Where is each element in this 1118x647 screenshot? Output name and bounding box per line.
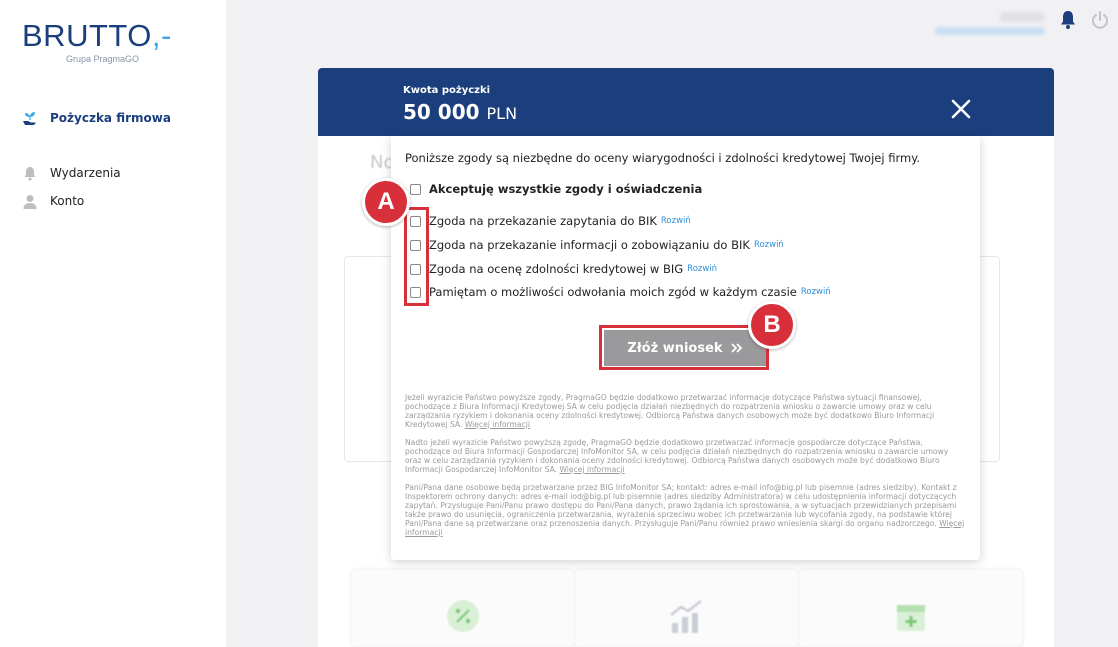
consent-label[interactable]: Zgoda na przekazanie zapytania do BIK bbox=[429, 214, 657, 228]
background-tile bbox=[798, 568, 1024, 647]
logo-subtitle: Grupa PragmaGO bbox=[66, 54, 140, 64]
more-info-link[interactable]: Więcej informacji bbox=[559, 465, 624, 474]
consent-row: Pamiętam o możliwości odwołania moich zg… bbox=[410, 285, 831, 299]
accept-all-checkbox[interactable] bbox=[410, 183, 421, 195]
hand-plant-icon bbox=[22, 110, 38, 126]
consent-row: Zgoda na ocenę zdolności kredytowej w BI… bbox=[410, 262, 717, 276]
accept-all-row: Akceptuję wszystkie zgody i oświadczenia bbox=[410, 182, 702, 196]
consent-intro: Poniższe zgody są niezbędne do oceny wia… bbox=[405, 151, 921, 165]
logo-brand-suffix: ,- bbox=[151, 18, 172, 53]
loan-amount-value: 50 000 PLN bbox=[403, 100, 517, 124]
highlight-box-checkboxes bbox=[404, 207, 429, 306]
topbar-link[interactable] bbox=[935, 27, 1045, 35]
loan-currency: PLN bbox=[486, 104, 518, 123]
expand-link[interactable]: Rozwiń bbox=[661, 216, 691, 226]
more-info-link[interactable]: Więcej informacji bbox=[465, 420, 530, 429]
legal-note-big-data: Pani/Pana dane osobowe będą przetwarzane… bbox=[405, 483, 965, 537]
legal-text: Pani/Pana dane osobowe będą przetwarzane… bbox=[405, 483, 957, 528]
brutto-logo[interactable]: BRUTTO,- Grupa PragmaGO bbox=[22, 18, 172, 65]
sidebar-item-events[interactable]: Wydarzenia bbox=[22, 165, 121, 181]
sidebar-item-loan[interactable]: Pożyczka firmowa bbox=[22, 110, 171, 126]
consent-row: Zgoda na przekazanie zapytania do BIK Ro… bbox=[410, 214, 691, 228]
percent-icon bbox=[447, 600, 479, 632]
sidebar-item-label: Konto bbox=[50, 194, 85, 208]
loan-amount-number: 50 000 bbox=[403, 100, 480, 124]
background-tile bbox=[350, 568, 576, 647]
loan-amount-label: Kwota pożyczki bbox=[403, 85, 491, 96]
sidebar-item-label: Pożyczka firmowa bbox=[50, 111, 171, 125]
sidebar-item-label: Wydarzenia bbox=[50, 166, 121, 180]
accept-all-label[interactable]: Akceptuję wszystkie zgody i oświadczenia bbox=[429, 182, 702, 196]
modal-header: Kwota pożyczki 50 000 PLN bbox=[318, 68, 1054, 136]
highlight-box-submit bbox=[599, 325, 769, 370]
consent-label[interactable]: Pamiętam o możliwości odwołania moich zg… bbox=[429, 285, 797, 299]
expand-link[interactable]: Rozwiń bbox=[687, 264, 717, 274]
logo-brand: BRUTTO bbox=[22, 18, 152, 53]
close-icon[interactable] bbox=[950, 98, 972, 120]
expand-link[interactable]: Rozwiń bbox=[754, 240, 784, 250]
annotation-badge-b: B bbox=[748, 301, 796, 349]
user-icon bbox=[22, 193, 38, 209]
calendar-plus-icon bbox=[897, 605, 925, 631]
sidebar-item-account[interactable]: Konto bbox=[22, 193, 84, 209]
topbar-user-name[interactable] bbox=[1000, 12, 1044, 22]
consent-row: Zgoda na przekazanie informacji o zobowi… bbox=[410, 238, 784, 252]
legal-note-big: Nadto jeżeli wyrazicie Państwo powyższą … bbox=[405, 438, 965, 475]
legal-note-bik: Jeżeli wyrazicie Państwo powyższe zgody,… bbox=[405, 393, 965, 430]
consent-label[interactable]: Zgoda na przekazanie informacji o zobowi… bbox=[429, 238, 750, 252]
annotation-badge-a: A bbox=[362, 178, 410, 226]
bell-icon bbox=[22, 165, 38, 181]
power-icon[interactable] bbox=[1090, 10, 1110, 30]
legal-text: Nadto jeżeli wyrazicie Państwo powyższą … bbox=[405, 438, 949, 474]
expand-link[interactable]: Rozwiń bbox=[801, 287, 831, 297]
background-tile bbox=[574, 568, 800, 647]
sidebar: BRUTTO,- Grupa PragmaGO Pożyczka firmowa… bbox=[0, 0, 226, 647]
consent-label[interactable]: Zgoda na ocenę zdolności kredytowej w BI… bbox=[429, 262, 683, 276]
chart-growth-icon bbox=[670, 600, 702, 633]
notifications-bell-icon[interactable] bbox=[1059, 10, 1077, 30]
